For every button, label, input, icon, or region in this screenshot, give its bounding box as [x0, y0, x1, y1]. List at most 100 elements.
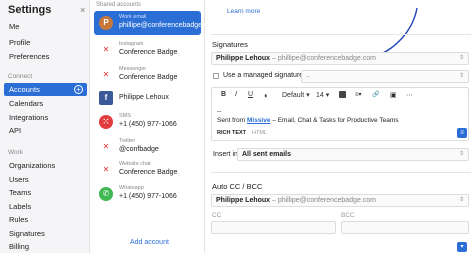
account-item-twitter[interactable]: ✕ Twitter @confbadge	[94, 135, 201, 159]
account-name: Conference Badge	[119, 169, 178, 176]
tab-html[interactable]: HTML	[252, 130, 267, 136]
account-item-sms[interactable]: ⁙ SMS +1 (450) 977-1066	[94, 110, 201, 134]
managed-signature-select[interactable]: – ⇕	[301, 70, 469, 83]
insert-in-label: Insert in:	[213, 151, 240, 158]
sidebar-item-accounts[interactable]: Accounts +	[4, 83, 87, 96]
signature-dash: --	[217, 108, 222, 115]
save-action-icon[interactable]: ▾	[457, 242, 467, 252]
chevron-updown-icon: ⇕	[458, 55, 464, 61]
signature-link[interactable]: Missive	[247, 117, 271, 124]
add-account-button[interactable]: Add account	[130, 239, 169, 246]
sender-email: – phillipe@conferencebadge.com	[270, 55, 377, 62]
managed-signature-label: Use a managed signature:	[223, 72, 306, 79]
sidebar-item-labels[interactable]: Labels	[4, 200, 87, 213]
close-icon[interactable]: ×	[80, 5, 85, 15]
editor-toolbar: B I U ◐ Default ▾ 14 ▾ ≡▾ 🔗 ▣ ⋯	[212, 88, 468, 102]
sidebar-item-preferences[interactable]: Preferences	[4, 50, 87, 63]
sidebar-item-rules[interactable]: Rules	[4, 213, 87, 226]
signature-editor: B I U ◐ Default ▾ 14 ▾ ≡▾ 🔗 ▣ ⋯ -- Sent …	[211, 87, 469, 141]
signature-body[interactable]: Sent from Missive – Email, Chat & Tasks …	[217, 117, 399, 124]
cc-label: CC	[212, 212, 222, 219]
color-swatch-icon[interactable]	[339, 91, 346, 98]
badge-icon: ✕	[102, 165, 110, 174]
learn-more-link[interactable]: Learn more	[227, 8, 260, 15]
text-color-icon[interactable]: ◐	[264, 91, 269, 100]
sidebar-item-organizations[interactable]: Organizations	[4, 159, 87, 172]
sender-email: – phillipe@conferencebadge.com	[270, 197, 377, 204]
accounts-list: Shared accounts P Work email phillipe@co…	[90, 0, 217, 253]
account-type: Website chat	[119, 161, 151, 167]
italic-button[interactable]: I	[235, 91, 237, 98]
sidebar-item-teams[interactable]: Teams	[4, 186, 87, 199]
sidebar-item-signatures[interactable]: Signatures	[4, 227, 87, 240]
sidebar-item-label: Accounts	[9, 85, 40, 94]
add-icon[interactable]: +	[74, 85, 83, 94]
link-icon[interactable]: 🔗	[372, 91, 379, 98]
sidebar-item-profile[interactable]: Profile	[4, 36, 87, 49]
account-item-messenger[interactable]: ✕ Messenger Conference Badge	[94, 63, 201, 87]
insert-in-value: All sent emails	[242, 151, 292, 158]
insert-in-select[interactable]: All sent emails ⇕	[237, 148, 469, 161]
avatar-icon: P	[99, 16, 113, 30]
account-item-work-email[interactable]: P Work email phillipe@conferencebadge.co…	[94, 11, 217, 35]
divider	[211, 172, 471, 173]
account-name: Conference Badge	[119, 49, 178, 56]
account-type: Twitter	[119, 138, 136, 144]
chevron-updown-icon: ⇕	[458, 151, 464, 157]
signatures-heading: Signatures	[212, 40, 248, 49]
divider	[211, 34, 471, 35]
underline-button[interactable]: U	[248, 91, 253, 98]
cc-input[interactable]	[211, 221, 336, 234]
sidebar-item-billing[interactable]: Billing	[4, 240, 87, 253]
signature-suffix: – Email, Chat & Tasks for Productive Tea…	[270, 117, 399, 124]
signature-sender-select[interactable]: Philippe Lehoux – phillipe@conferencebad…	[211, 52, 469, 65]
align-icon[interactable]: ≡▾	[355, 91, 362, 98]
whatsapp-icon: ✆	[99, 187, 113, 201]
account-name: +1 (450) 977-1066	[119, 121, 177, 128]
sidebar-item-me[interactable]: Me	[4, 20, 87, 33]
facebook-icon: f	[99, 91, 113, 105]
account-type: SMS	[119, 113, 131, 119]
auto-cc-sender-select[interactable]: Philippe Lehoux – phillipe@conferencebad…	[211, 194, 469, 207]
sidebar-section-work: Work	[8, 149, 24, 156]
signature-action-icon[interactable]: ≡	[457, 128, 467, 138]
sidebar-item-calendars[interactable]: Calendars	[4, 97, 87, 110]
sender-name: Philippe Lehoux	[216, 197, 271, 204]
sidebar-item-api[interactable]: API	[4, 124, 87, 137]
managed-signature-value: –	[306, 73, 310, 80]
image-icon[interactable]: ▣	[390, 91, 397, 99]
account-name: phillipe@conferencebadge.com	[119, 22, 218, 29]
font-family-select[interactable]: Default ▾	[282, 91, 310, 99]
bcc-label: BCC	[341, 212, 355, 219]
accounts-header: Shared accounts	[96, 2, 142, 8]
account-name: Conference Badge	[119, 74, 178, 81]
settings-sidebar: Settings × Me Profile Preferences Connec…	[0, 0, 90, 253]
badge-icon: ✕	[102, 70, 110, 79]
account-name: +1 (450) 977-1066	[119, 193, 177, 200]
sidebar-item-integrations[interactable]: Integrations	[4, 111, 87, 124]
managed-signature-checkbox[interactable]	[213, 73, 219, 79]
account-type: Messenger	[119, 66, 147, 72]
account-item-facebook[interactable]: f Philippe Lehoux	[94, 86, 201, 110]
badge-icon: ✕	[102, 45, 110, 54]
account-name: Philippe Lehoux	[119, 94, 169, 101]
auto-cc-bcc-heading: Auto CC / BCC	[212, 182, 263, 191]
more-icon[interactable]: ⋯	[406, 91, 413, 99]
sender-name: Philippe Lehoux	[216, 55, 271, 62]
tab-rich-text[interactable]: RICH TEXT	[217, 130, 246, 136]
account-settings-panel: Learn more Signatures Philippe Lehoux – …	[205, 0, 474, 253]
sidebar-item-users[interactable]: Users	[4, 173, 87, 186]
signature-prefix: Sent from	[217, 117, 247, 124]
account-item-whatsapp[interactable]: ✆ Whatsapp +1 (450) 977-1066	[94, 182, 201, 206]
font-family-value: Default	[282, 92, 305, 99]
font-size-select[interactable]: 14 ▾	[316, 91, 329, 99]
account-name: @confbadge	[119, 146, 159, 153]
account-type: Whatsapp	[119, 185, 144, 191]
bold-button[interactable]: B	[221, 91, 226, 98]
bcc-input[interactable]	[341, 221, 469, 234]
badge-icon: ✕	[102, 142, 110, 151]
account-item-website-chat[interactable]: ✕ Website chat Conference Badge	[94, 158, 201, 182]
sms-icon: ⁙	[99, 115, 113, 129]
account-item-instagram[interactable]: ✕ Instagram Conference Badge	[94, 38, 201, 62]
sidebar-section-connect: Connect	[8, 73, 33, 80]
